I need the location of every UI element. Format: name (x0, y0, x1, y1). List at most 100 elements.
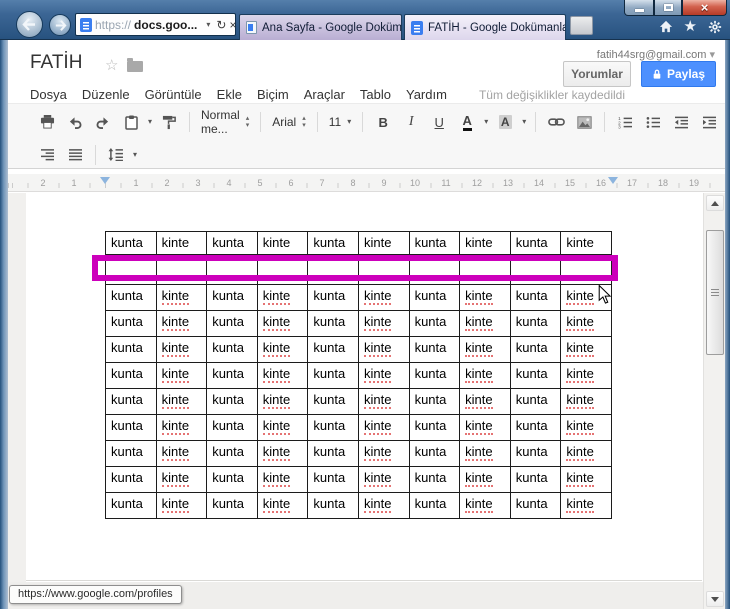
menu-araçlar[interactable]: Araçlar (304, 87, 345, 102)
table-cell[interactable]: kinte (459, 336, 511, 363)
paint-format-button[interactable] (158, 110, 180, 134)
table-cell[interactable]: kunta (105, 231, 157, 255)
back-button[interactable] (16, 11, 43, 38)
bulleted-list-button[interactable] (642, 110, 664, 134)
menu-biçim[interactable]: Biçim (257, 87, 289, 102)
text-color-button[interactable]: A (462, 113, 472, 131)
table-cell[interactable]: kinte (560, 440, 612, 467)
line-spacing-button[interactable] (105, 143, 127, 167)
comments-button[interactable]: Yorumlar (563, 61, 631, 87)
table-cell[interactable]: kunta (105, 388, 157, 415)
table-cell[interactable]: kunta (509, 466, 562, 493)
table-cell[interactable]: kinte (357, 310, 410, 337)
table-cell[interactable]: kinte (256, 231, 309, 255)
close-button[interactable]: × (682, 0, 727, 16)
table-cell[interactable]: kinte (357, 362, 410, 389)
favorites-star-icon[interactable]: ★ (684, 19, 697, 34)
refresh-icon[interactable]: ↻ (216, 19, 226, 31)
table-cell[interactable]: kinte (459, 440, 511, 467)
table-cell[interactable]: kunta (206, 440, 258, 467)
table-cell[interactable]: kinte (560, 492, 612, 519)
settings-gear-icon[interactable] (708, 20, 722, 34)
underline-button[interactable]: U (428, 110, 450, 134)
table-cell[interactable]: kunta (105, 284, 157, 311)
table-cell[interactable]: kunta (509, 231, 562, 255)
table-cell[interactable]: kunta (408, 310, 461, 337)
table-cell[interactable]: kinte (256, 492, 309, 519)
table-cell[interactable]: kinte (155, 414, 208, 441)
font-size-select[interactable]: 11 ▾ (327, 115, 353, 129)
menu-düzenle[interactable]: Düzenle (82, 87, 130, 102)
table-cell[interactable]: kinte (560, 388, 612, 415)
table-cell[interactable]: kinte (256, 336, 309, 363)
scrollbar-thumb[interactable] (706, 230, 724, 355)
table-cell[interactable]: kunta (408, 492, 461, 519)
table-cell[interactable]: kinte (155, 466, 208, 493)
table-cell[interactable]: kinte (357, 284, 410, 311)
table-cell[interactable]: kunta (408, 336, 461, 363)
table-cell[interactable]: kinte (357, 231, 410, 255)
table-cell[interactable]: kunta (307, 440, 359, 467)
new-tab-button[interactable] (570, 16, 593, 35)
paragraph-style-select[interactable]: Normal me... ▴ ▾ (199, 108, 251, 136)
share-button[interactable]: Paylaş (641, 61, 716, 87)
table-cell[interactable]: kunta (307, 492, 359, 519)
bold-button[interactable]: B (372, 110, 394, 134)
star-document-icon[interactable]: ☆ (105, 56, 118, 74)
menu-ekle[interactable]: Ekle (217, 87, 242, 102)
table-cell[interactable]: kunta (509, 492, 562, 519)
table-cell[interactable]: kinte (155, 284, 208, 311)
table-cell[interactable]: kunta (307, 284, 359, 311)
table-cell[interactable]: kunta (105, 440, 157, 467)
line-spacing-dropdown-icon[interactable]: ▾ (133, 150, 137, 159)
scroll-down-button[interactable] (706, 591, 724, 607)
table-cell[interactable]: kunta (105, 492, 157, 519)
table-cell[interactable]: kunta (206, 336, 258, 363)
vertical-scrollbar[interactable] (703, 193, 725, 609)
right-indent-marker[interactable] (608, 177, 618, 184)
table-cell[interactable]: kinte (560, 231, 612, 255)
table-cell[interactable]: kinte (459, 414, 511, 441)
table-cell[interactable]: kinte (357, 388, 410, 415)
table-cell[interactable]: kunta (307, 466, 359, 493)
highlight-dropdown-icon[interactable]: ▾ (522, 118, 526, 126)
table-cell[interactable]: kunta (105, 362, 157, 389)
text-color-dropdown-icon[interactable]: ▾ (484, 118, 488, 126)
table-cell[interactable]: kunta (408, 231, 461, 255)
table-cell[interactable]: kunta (206, 492, 258, 519)
font-select[interactable]: Arial ▴ ▾ (270, 115, 308, 130)
table-cell[interactable]: kinte (560, 414, 612, 441)
home-icon[interactable] (659, 20, 673, 33)
table-cell[interactable]: kinte (155, 362, 208, 389)
table-cell[interactable]: kinte (459, 362, 511, 389)
table-cell[interactable]: kinte (357, 440, 410, 467)
table-cell[interactable]: kinte (459, 466, 511, 493)
table-cell[interactable]: kinte (560, 466, 612, 493)
table-cell[interactable]: kunta (509, 388, 562, 415)
redo-button[interactable] (92, 110, 114, 134)
menu-görüntüle[interactable]: Görüntüle (145, 87, 202, 102)
table-cell[interactable]: kinte (256, 414, 309, 441)
table-cell[interactable]: kunta (206, 284, 258, 311)
table-cell[interactable]: kunta (206, 231, 258, 255)
table-cell[interactable]: kunta (307, 388, 359, 415)
menu-yardım[interactable]: Yardım (406, 87, 447, 102)
table-cell[interactable]: kinte (357, 466, 410, 493)
table-cell[interactable]: kunta (105, 336, 157, 363)
stop-icon[interactable]: × (229, 19, 236, 31)
italic-button[interactable]: I (400, 110, 422, 134)
table-cell[interactable]: kunta (509, 310, 562, 337)
table-cell[interactable]: kinte (459, 492, 511, 519)
table-cell[interactable]: kinte (357, 414, 410, 441)
table-cell[interactable]: kunta (408, 362, 461, 389)
table-cell[interactable]: kinte (560, 310, 612, 337)
table-cell[interactable]: kunta (408, 388, 461, 415)
table-cell[interactable]: kunta (206, 310, 258, 337)
table-cell[interactable]: kunta (509, 440, 562, 467)
table-cell[interactable]: kinte (155, 492, 208, 519)
folder-icon[interactable] (127, 58, 143, 72)
paste-dropdown-icon[interactable]: ▾ (148, 118, 152, 126)
table-cell[interactable]: kunta (307, 336, 359, 363)
ruler[interactable]: 2 1 1 2 3 4 5 6 7 8 9 10 11 12 13 14 15 16 17 18 19 (8, 174, 725, 192)
table-cell[interactable]: kinte (560, 336, 612, 363)
